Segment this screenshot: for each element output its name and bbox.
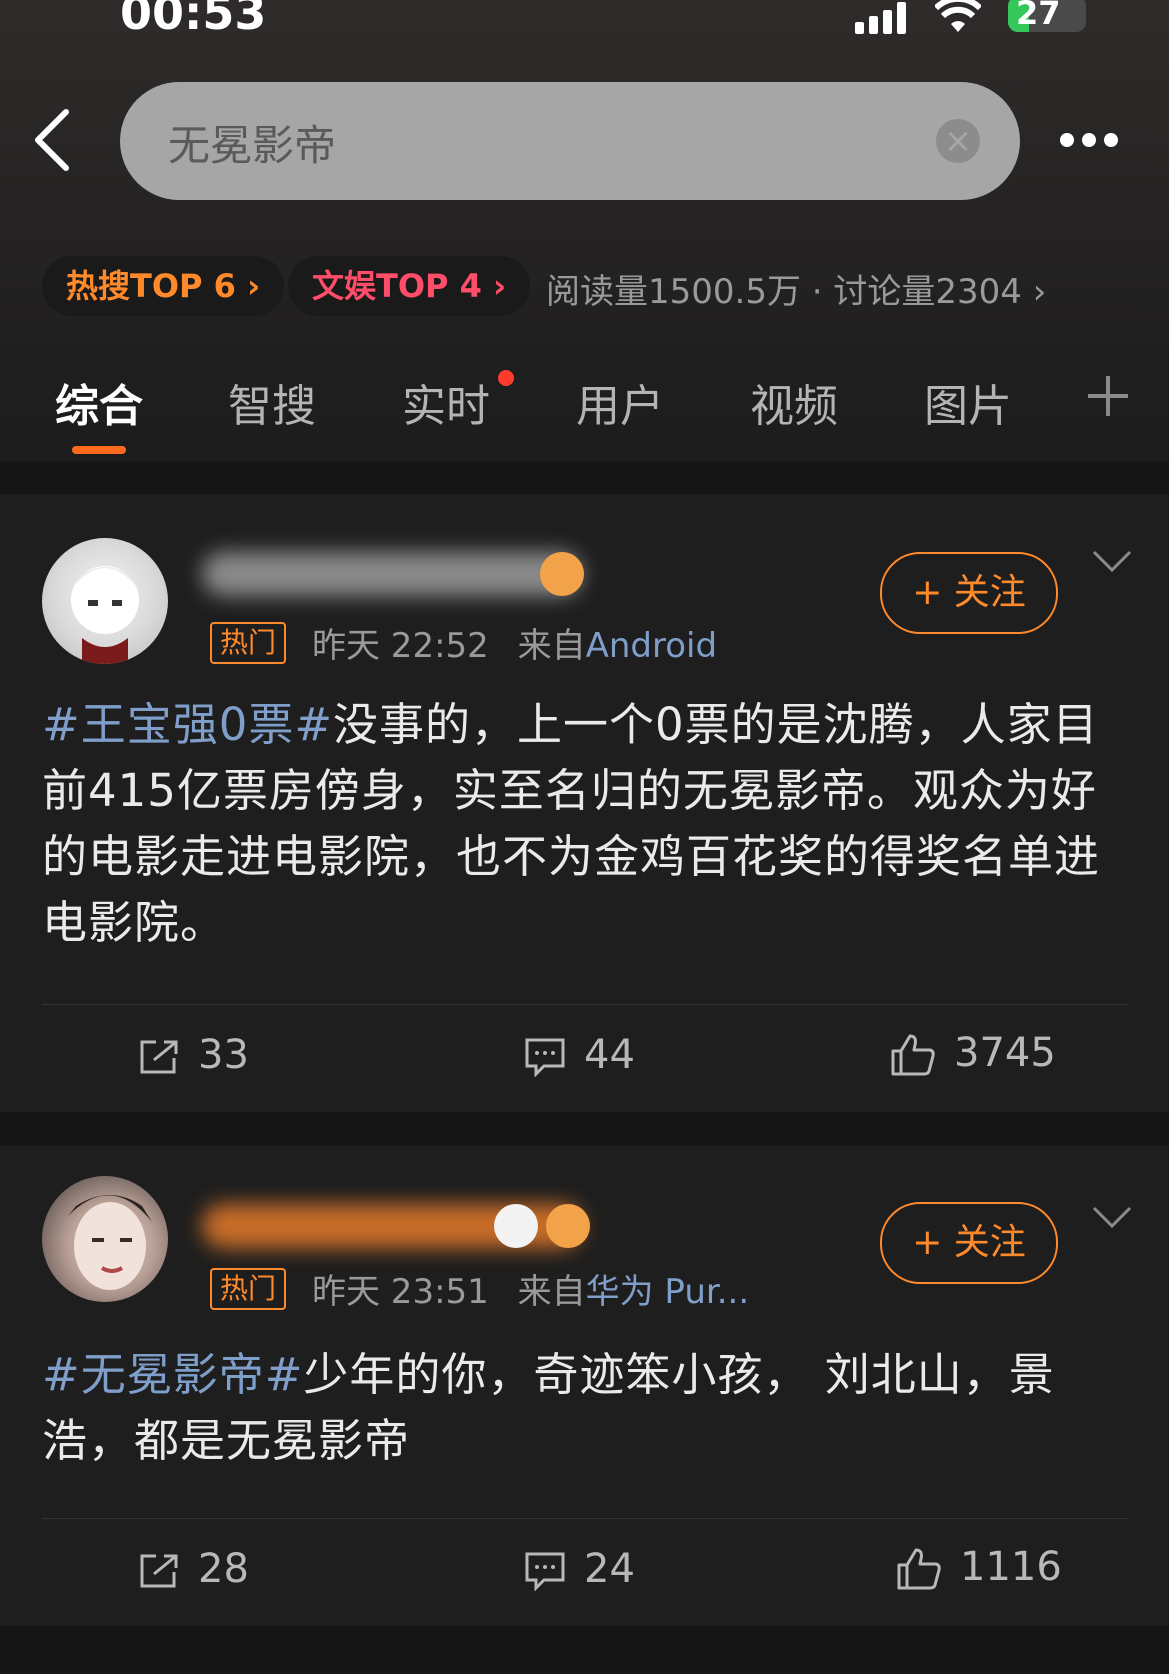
post-card[interactable]: 热门 昨天 23:51 来自华为 Pur... + 关注 #无冕影帝#少年的你，… (0, 1146, 1169, 1626)
post-card[interactable]: 热门 昨天 22:52 来自Android + 关注 #王宝强0票#没事的，上一… (0, 494, 1169, 1112)
divider (42, 1518, 1128, 1519)
tab-images[interactable]: 图片 (924, 370, 1012, 434)
hot-search-rank-badge[interactable]: 热搜TOP 6 › (42, 256, 285, 316)
post-time: 昨天 22:52 (312, 626, 489, 666)
post-text: #王宝强0票#没事的，上一个0票的是沈腾，人家目前415亿票房傍身，实至名归的无… (42, 692, 1132, 956)
status-time: 00:53 (120, 0, 267, 40)
chevron-down-icon[interactable] (1092, 550, 1132, 574)
source-prefix: 来自 (517, 1272, 586, 1312)
tab-bar: 综合 智搜 实时 用户 视频 图片 (0, 370, 1169, 440)
repost-button[interactable]: 28 (138, 1546, 249, 1592)
post-source[interactable]: Android (586, 626, 717, 666)
post-meta: 昨天 22:52 来自Android (312, 618, 717, 667)
repost-icon (140, 1040, 178, 1074)
more-options-icon[interactable] (1060, 132, 1130, 148)
like-button[interactable]: 1116 (896, 1544, 1062, 1591)
like-count: 3745 (954, 1030, 1056, 1076)
user-avatar[interactable] (42, 538, 168, 664)
tab-comprehensive[interactable]: 综合 (55, 370, 143, 434)
add-tab-icon[interactable] (1086, 374, 1130, 418)
follow-button[interactable]: + 关注 (880, 552, 1058, 634)
fish-emoji-icon (546, 1204, 590, 1248)
divider (42, 1004, 1128, 1005)
battery-level: 27 (1016, 0, 1061, 32)
tab-realtime[interactable]: 实时 (402, 370, 490, 434)
source-prefix: 来自 (517, 626, 586, 666)
follow-button[interactable]: + 关注 (880, 1202, 1058, 1284)
user-avatar[interactable] (42, 1176, 168, 1302)
post-source[interactable]: 华为 Pur... (586, 1272, 750, 1312)
wifi-icon (935, 0, 981, 32)
comment-button[interactable]: 44 (524, 1032, 635, 1078)
like-count: 1116 (960, 1544, 1062, 1590)
post-topic[interactable]: #无冕影帝# (42, 1348, 303, 1401)
repost-count: 28 (198, 1546, 249, 1592)
comment-count: 24 (584, 1546, 635, 1592)
chevron-down-icon[interactable] (1092, 1206, 1132, 1230)
post-meta: 昨天 23:51 来自华为 Pur... (312, 1264, 749, 1313)
realtime-new-dot (498, 370, 514, 386)
post-topic[interactable]: #王宝强0票# (42, 698, 333, 751)
panda-emoji-icon (494, 1204, 538, 1248)
tab-videos[interactable]: 视频 (750, 370, 838, 434)
battery-icon: 27 (1008, 0, 1086, 32)
clear-search-icon[interactable]: × (936, 119, 980, 163)
active-tab-indicator (72, 446, 126, 454)
hot-tag: 热门 (210, 1268, 287, 1310)
hot-tag: 热门 (210, 622, 287, 664)
post-text: #无冕影帝#少年的你，奇迹笨小孩， 刘北山，景浩，都是无冕影帝 (42, 1342, 1132, 1474)
topic-stats[interactable]: 阅读量1500.5万 · 讨论量2304 › (546, 264, 1046, 313)
thumbs-up-icon (897, 1548, 941, 1590)
repost-icon (140, 1554, 178, 1588)
comment-count: 44 (584, 1032, 635, 1078)
repost-button[interactable]: 33 (138, 1032, 249, 1078)
entertainment-rank-badge[interactable]: 文娱TOP 4 › (288, 256, 531, 316)
fish-emoji-icon (540, 552, 584, 596)
tab-smart-search[interactable]: 智搜 (228, 370, 316, 434)
comment-icon (525, 1552, 565, 1592)
comment-button[interactable]: 24 (524, 1546, 635, 1592)
post-time: 昨天 23:51 (312, 1272, 489, 1312)
search-query: 无冕影帝 (168, 121, 337, 170)
tab-users[interactable]: 用户 (576, 370, 664, 434)
back-arrow-icon[interactable] (30, 108, 74, 172)
thumbs-up-icon (891, 1034, 935, 1076)
cellular-signal-icon (855, 2, 906, 34)
like-button[interactable]: 3745 (890, 1030, 1056, 1077)
repost-count: 33 (198, 1032, 249, 1078)
comment-icon (525, 1038, 565, 1078)
username-blurred[interactable] (202, 552, 582, 596)
search-input[interactable]: 无冕影帝 × (120, 82, 1020, 200)
